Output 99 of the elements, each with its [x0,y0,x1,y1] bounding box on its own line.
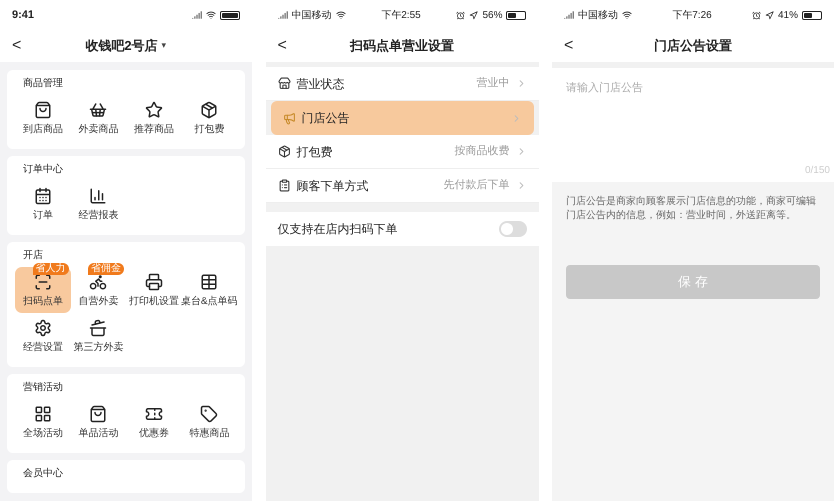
box-icon [200,101,218,119]
battery-icon [220,10,240,20]
printer-icon [144,273,163,291]
page-title: 扫码点单营业设置 [350,37,454,56]
status-time: 下午7:26 [672,8,712,22]
battery-percent: 56% [482,8,502,22]
battery-icon [506,10,526,20]
menu-item[interactable]: 桌台&点单码 [182,267,237,313]
row-value: 按商品收费 [454,144,510,160]
section-title: 开店 [22,249,44,263]
menu-item[interactable]: 推荐商品 [126,95,182,141]
badge: 省佣金 [88,263,124,275]
menu-item-label: 经营报表 [78,208,118,223]
menu-item-label: 扫码点单 [22,294,63,309]
calendar-icon [34,187,52,205]
gear-icon [34,319,52,337]
row-label: 营业状态 [296,76,346,92]
menu-item[interactable]: 特惠商品 [182,399,237,445]
battery-icon [802,10,822,20]
menu-item[interactable]: 打包费 [182,95,237,141]
signal-icon [564,10,574,20]
signal-icon [192,10,202,20]
badge: 省人力 [32,263,68,275]
status-time: 下午2:55 [381,8,421,22]
ticket-icon [144,405,163,423]
section-title: 订单中心 [22,163,64,177]
menu-item-label: 推荐商品 [134,122,174,137]
back-button[interactable]: < [274,34,291,58]
box-icon [278,145,290,158]
status-time: 9:41 [12,8,34,23]
row-value: 营业中 [476,76,510,92]
clipboard-icon [278,179,290,192]
page-title: 收钱吧2号店 [85,37,158,56]
section-title: 营销活动 [22,381,64,395]
carrier-name: 中国移动 [292,8,332,22]
row-label: 打包费 [296,144,334,160]
menu-item-label: 自营外卖 [78,294,118,309]
location-icon [764,10,774,20]
menu-item-label: 外卖商品 [78,122,118,137]
back-button[interactable]: < [8,34,26,58]
menu-item-label: 打包费 [194,122,224,137]
basket-icon [89,101,108,119]
menu-item[interactable]: 第三方外卖 [70,313,126,359]
bag-icon [89,405,108,423]
dropdown-caret[interactable]: ▾ [162,39,167,53]
alarm-icon [456,10,466,20]
row-label: 顾客下单方式 [296,178,370,194]
settings-row[interactable]: 营业状态 营业中 [266,67,538,101]
tag-icon [200,405,218,423]
battery-percent: 41% [778,8,798,22]
notice-description: 门店公告是商家向顾客展示门店信息的功能，商家可编辑门店公告内的信息，例如：营业时间，外送距离等。 [566,195,817,223]
wifi-icon [622,10,632,20]
menu-item-label: 桌台&点单码 [180,294,238,309]
settings-row[interactable]: 门店公告 [270,101,534,135]
menu-item[interactable]: 订单 [15,181,70,227]
menu-item[interactable]: 单品活动 [70,399,126,445]
menu-item[interactable]: 优惠券 [126,399,182,445]
menu-item[interactable]: 经营报表 [70,181,126,227]
menu-item[interactable]: 全场活动 [15,399,70,445]
menu-item-label: 第三方外卖 [73,340,124,355]
store-icon [278,77,290,90]
scooter-icon [89,273,108,291]
menu-item-label: 优惠券 [138,426,169,441]
wifi-icon [206,10,216,20]
row-value: 先付款后下单 [444,178,510,194]
menu-item[interactable]: 经营设置 [15,313,70,359]
star-icon [144,101,163,119]
page-title: 门店公告设置 [654,37,732,56]
pot-icon [89,319,108,337]
menu-item-label: 单品活动 [78,426,118,441]
grid-icon [34,405,52,423]
carrier-name: 中国移动 [578,8,618,22]
settings-row[interactable]: 顾客下单方式 先付款后下单 [266,169,538,203]
menu-item-label: 打印机设置 [128,294,179,309]
location-icon [469,10,478,20]
table-icon [200,273,218,291]
menu-item[interactable]: 打印机设置 [126,267,182,313]
scan-icon [34,273,52,291]
menu-item-label: 经营设置 [22,340,63,355]
row-label: 仅支持在店内扫码下单 [278,221,398,238]
menu-item[interactable]: 外卖商品 [70,95,126,141]
notice-input[interactable]: 请输入门店公告 [566,80,820,163]
bag-icon [34,101,52,119]
menu-item-label: 全场活动 [22,427,63,441]
bar-chart-icon [89,187,108,205]
section-title: 会员中心 [22,467,64,481]
wifi-icon [336,10,346,20]
alarm-icon [752,10,761,20]
row-label: 门店公告 [302,110,350,127]
menu-item-label: 订单 [32,208,53,223]
back-button[interactable]: < [560,34,578,58]
menu-item[interactable]: 到店商品 [15,95,70,141]
settings-row[interactable]: 打包费 按商品收费 [266,135,538,169]
section-title: 商品管理 [22,77,64,91]
toggle-switch[interactable] [498,221,526,237]
menu-item-label: 特惠商品 [189,426,230,441]
signal-icon [278,10,288,20]
megaphone-icon [282,112,296,124]
menu-item-label: 到店商品 [22,122,63,137]
